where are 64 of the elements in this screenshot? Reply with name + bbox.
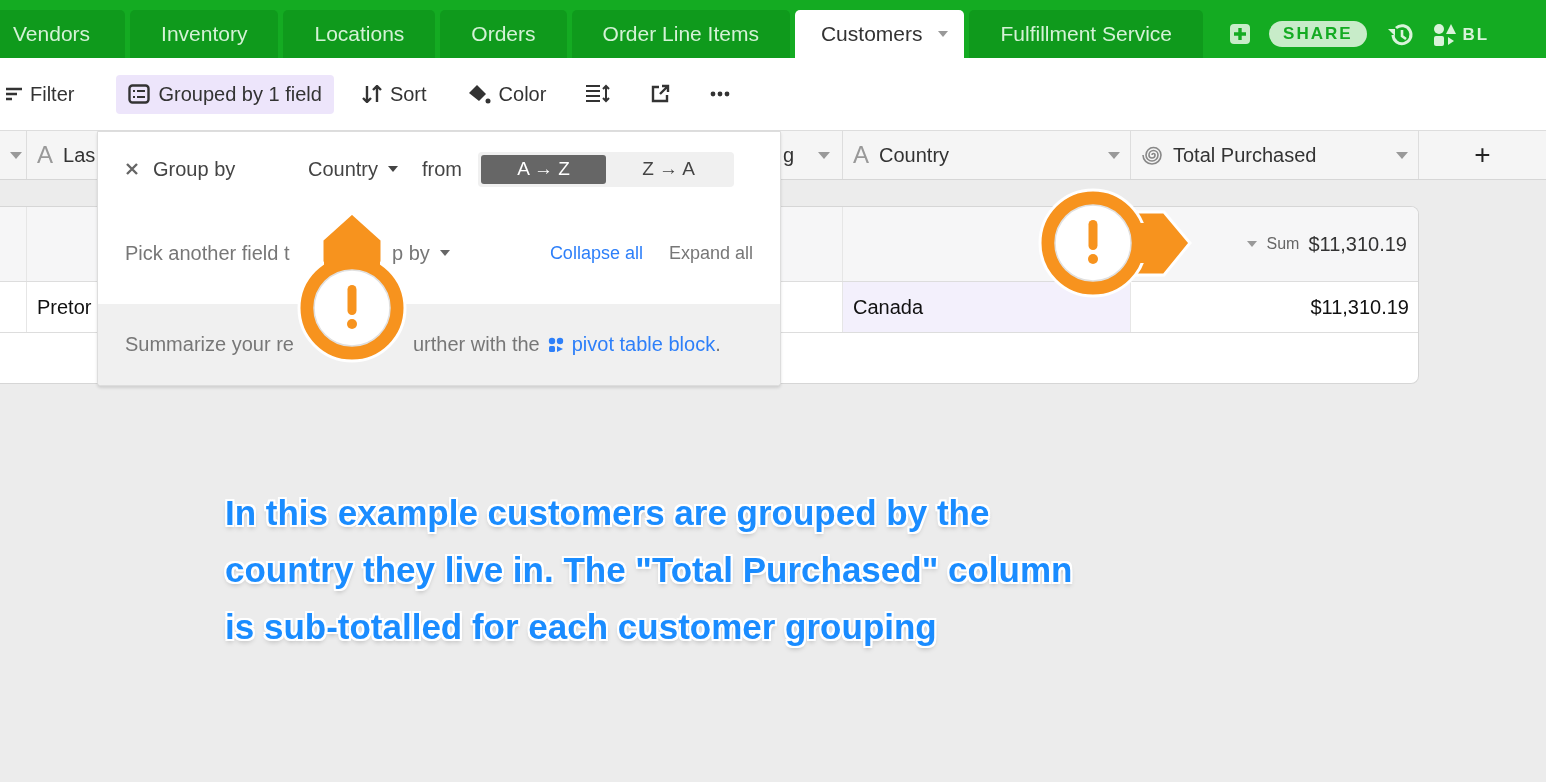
caret-icon [938, 31, 949, 37]
column-title: g [782, 143, 794, 167]
table-cell: $11,310.19 [1310, 295, 1409, 319]
sort-button[interactable]: Sort [349, 74, 439, 114]
column-title: Las [63, 143, 96, 167]
sort-icon [361, 85, 382, 103]
spiral-icon [1141, 144, 1163, 166]
sort-option[interactable]: Z → A [606, 154, 732, 184]
column-title: Country [879, 143, 950, 167]
list-icon [128, 84, 151, 104]
collapse-all-link[interactable]: Collapse all [549, 242, 643, 264]
row-height-icon [586, 84, 611, 104]
caret-icon[interactable] [1247, 241, 1258, 247]
shapes-icon [1432, 23, 1457, 47]
table-cell: Canada [853, 295, 924, 319]
caret-icon[interactable] [1396, 151, 1408, 159]
field-dropdown[interactable]: Country [308, 157, 399, 181]
add-table-icon[interactable] [1230, 24, 1251, 44]
table-tab[interactable]: Inventory [130, 10, 279, 58]
column-title: Total Purchased [1173, 143, 1317, 167]
table-tab[interactable]: Customers [794, 10, 965, 58]
text-field-icon: A [853, 141, 869, 169]
caret-icon[interactable] [439, 250, 450, 256]
filter-button[interactable]: Filter [0, 74, 87, 114]
history-icon[interactable] [1387, 23, 1414, 47]
annotation-line: is sub-totalled for each customer grouping [225, 607, 937, 646]
summary-value: $11,310.19 [1308, 232, 1407, 256]
caret-icon[interactable] [818, 151, 830, 159]
summary-label: Sum [1266, 235, 1300, 253]
footer-text: Summarize your re [125, 333, 294, 355]
from-label: from [422, 157, 463, 181]
footer-text: . [715, 333, 721, 356]
column-header[interactable]: Total Purchased [1131, 131, 1419, 179]
table-tab[interactable]: Fulfillment Service [969, 10, 1204, 58]
shapes-icon [547, 336, 564, 353]
footer-text: urther with the [413, 333, 540, 356]
table-cell: Pretor [37, 295, 92, 319]
caret-icon[interactable] [10, 151, 22, 159]
table-tab[interactable]: Locations [283, 10, 436, 58]
table-tab[interactable]: Vendors [0, 10, 126, 58]
column-header[interactable]: A Country [843, 131, 1131, 179]
text-field-icon: A [37, 141, 53, 169]
share-button[interactable]: SHARE [1269, 21, 1367, 47]
caret-icon [388, 166, 399, 172]
color-button[interactable]: Color [454, 74, 559, 114]
pick-field-text[interactable]: p by [392, 241, 430, 265]
table-tab[interactable]: Orders [440, 10, 567, 58]
caret-icon[interactable] [1108, 151, 1120, 159]
sort-option[interactable]: A → Z [481, 154, 607, 184]
expand-all-link[interactable]: Expand all [668, 242, 753, 264]
close-icon [125, 162, 139, 176]
blocks-button[interactable]: BL [1432, 23, 1490, 47]
annotation-line: country they live in. The "Total Purchased" column [225, 550, 1073, 589]
table-tab[interactable]: Order Line Items [571, 10, 790, 58]
pivot-table-link[interactable]: pivot table block [571, 333, 716, 356]
group-by-label: Group by [153, 157, 237, 181]
more-icon [710, 91, 731, 97]
annotation-line: In this example customers are grouped by the [225, 493, 990, 532]
filter-icon [6, 87, 22, 101]
external-link-icon [650, 84, 671, 104]
remove-button[interactable] [125, 162, 139, 176]
pick-field-text[interactable]: Pick another field t [125, 241, 290, 264]
group-button[interactable]: Grouped by 1 field [116, 74, 334, 114]
add-column-button[interactable]: + [1419, 131, 1546, 179]
